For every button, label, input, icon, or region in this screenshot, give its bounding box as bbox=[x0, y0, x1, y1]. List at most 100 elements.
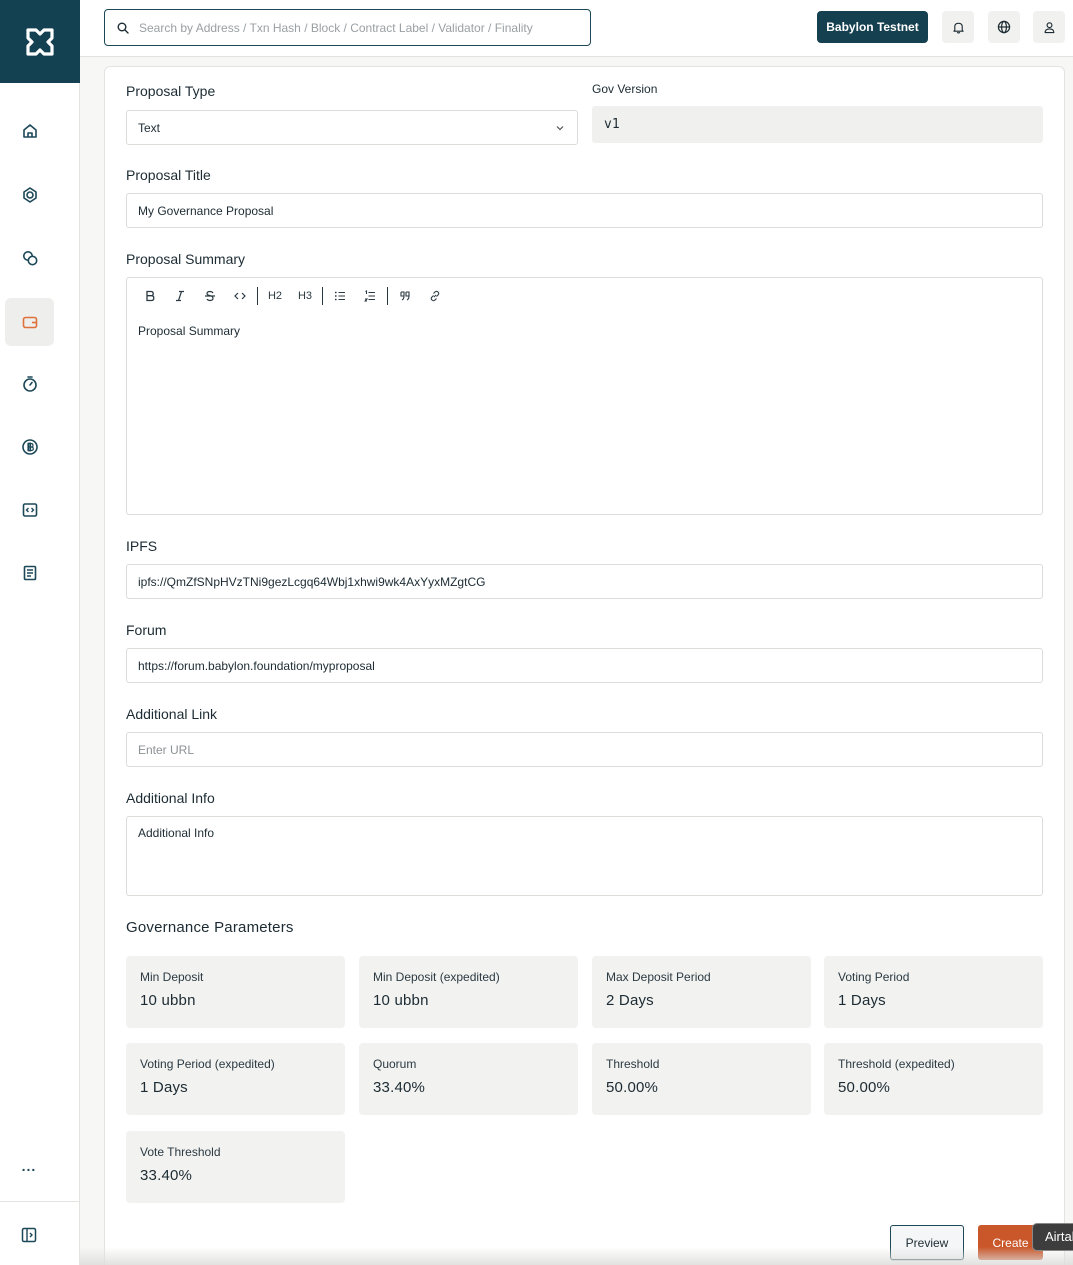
collapse-sidebar-icon[interactable] bbox=[20, 1226, 38, 1244]
param-min-deposit-expedited: Min Deposit (expedited) 10 ubbn bbox=[359, 956, 578, 1028]
param-value: 33.40% bbox=[373, 1079, 426, 1096]
more-menu-button[interactable]: ... bbox=[18, 1158, 40, 1178]
ordered-list-button[interactable] bbox=[355, 286, 385, 306]
bitcoin-icon bbox=[21, 439, 38, 455]
app-root: ... Babylon Testnet Proposal Type Text G… bbox=[0, 0, 1073, 1265]
search-box[interactable] bbox=[104, 9, 591, 46]
italic-button[interactable] bbox=[165, 286, 195, 306]
home-icon bbox=[22, 124, 37, 138]
proposal-title-field[interactable] bbox=[126, 193, 1043, 228]
param-value: 2 Days bbox=[606, 992, 654, 1009]
bullet-list-button[interactable] bbox=[325, 286, 355, 306]
proposal-type-label: Proposal Type bbox=[126, 83, 216, 99]
code-button[interactable] bbox=[225, 286, 255, 306]
toolbar-separator bbox=[387, 287, 388, 305]
bold-icon bbox=[146, 290, 155, 302]
heading-2-button[interactable]: H2 bbox=[260, 286, 290, 306]
italic-icon bbox=[176, 290, 184, 302]
sidebar-item-contracts[interactable] bbox=[5, 486, 54, 534]
additional-link-label: Additional Link bbox=[126, 706, 218, 722]
param-label: Min Deposit bbox=[140, 970, 204, 984]
bell-icon bbox=[952, 22, 964, 33]
additional-info-field[interactable] bbox=[126, 816, 1043, 896]
search-icon bbox=[117, 22, 129, 34]
param-label: Threshold bbox=[606, 1057, 660, 1071]
network-icon bbox=[22, 187, 37, 203]
proposal-title-input[interactable] bbox=[138, 203, 1042, 218]
param-value: 10 ubbn bbox=[373, 992, 429, 1009]
gov-version-value: v1 bbox=[604, 117, 620, 132]
link-icon bbox=[430, 290, 440, 302]
ordered-list-icon bbox=[364, 290, 375, 302]
sidebar-item-home[interactable] bbox=[5, 107, 54, 155]
additional-info-input[interactable] bbox=[138, 826, 1031, 886]
proposal-title-label: Proposal Title bbox=[126, 167, 211, 183]
param-label: Vote Threshold bbox=[140, 1145, 221, 1159]
sidebar-item-documents[interactable] bbox=[5, 549, 54, 597]
param-value: 10 ubbn bbox=[140, 992, 196, 1009]
sidebar-item-network[interactable] bbox=[5, 171, 54, 219]
param-label: Max Deposit Period bbox=[606, 970, 711, 984]
babylon-logo-icon bbox=[26, 27, 54, 56]
param-quorum: Quorum 33.40% bbox=[359, 1043, 578, 1115]
param-value: 1 Days bbox=[140, 1079, 188, 1096]
param-voting-period: Voting Period 1 Days bbox=[824, 956, 1043, 1028]
bold-button[interactable] bbox=[135, 286, 165, 306]
top-header: Babylon Testnet bbox=[80, 0, 1073, 57]
proposal-summary-editor[interactable]: H2 H3 Proposal Summary bbox=[126, 277, 1043, 515]
proposal-summary-text[interactable]: Proposal Summary bbox=[138, 324, 240, 338]
strikethrough-icon bbox=[205, 290, 215, 302]
code-icon bbox=[234, 292, 246, 300]
heading-2-icon: H2 bbox=[267, 290, 283, 302]
document-icon bbox=[23, 565, 36, 581]
param-value: 1 Days bbox=[838, 992, 886, 1009]
gov-version-field: v1 bbox=[592, 106, 1043, 143]
heading-3-icon: H3 bbox=[297, 290, 313, 302]
link-button[interactable] bbox=[420, 286, 450, 306]
ipfs-field[interactable] bbox=[126, 564, 1043, 599]
param-value: 50.00% bbox=[606, 1079, 659, 1096]
toolbar-separator bbox=[322, 287, 323, 305]
airtable-widget-tab[interactable]: Airtable bbox=[1032, 1223, 1073, 1251]
param-vote-threshold: Vote Threshold 33.40% bbox=[126, 1131, 345, 1203]
param-threshold-expedited: Threshold (expedited) 50.00% bbox=[824, 1043, 1043, 1115]
sidebar-item-finality[interactable] bbox=[5, 360, 54, 408]
additional-link-input[interactable] bbox=[138, 742, 1042, 757]
additional-link-field[interactable] bbox=[126, 732, 1043, 767]
param-label: Quorum bbox=[373, 1057, 417, 1071]
additional-info-label: Additional Info bbox=[126, 790, 215, 806]
sidebar-divider bbox=[0, 1201, 80, 1202]
forum-field[interactable] bbox=[126, 648, 1043, 683]
param-label: Voting Period (expedited) bbox=[140, 1057, 275, 1071]
ipfs-label: IPFS bbox=[126, 538, 158, 554]
param-value: 50.00% bbox=[838, 1079, 891, 1096]
coins-icon bbox=[22, 251, 37, 266]
param-label: Min Deposit (expedited) bbox=[373, 970, 500, 984]
sidebar-item-tokens[interactable] bbox=[5, 234, 54, 282]
stopwatch-icon bbox=[22, 376, 37, 392]
network-selector-button[interactable]: Babylon Testnet bbox=[817, 11, 928, 43]
ipfs-input[interactable] bbox=[138, 574, 1042, 589]
code-icon bbox=[22, 503, 37, 517]
logo[interactable] bbox=[0, 0, 80, 83]
account-button[interactable] bbox=[1033, 11, 1065, 43]
sidebar-item-bitcoin[interactable] bbox=[5, 423, 54, 471]
proposal-summary-label: Proposal Summary bbox=[126, 251, 246, 267]
quote-icon bbox=[400, 291, 410, 301]
notifications-button[interactable] bbox=[942, 11, 974, 43]
proposal-type-select[interactable]: Text bbox=[126, 110, 578, 145]
create-proposal-card: Proposal Type Text Gov Version v1 Propos… bbox=[104, 66, 1065, 1265]
strikethrough-button[interactable] bbox=[195, 286, 225, 306]
param-label: Voting Period bbox=[838, 970, 910, 984]
gov-version-label: Gov Version bbox=[592, 82, 658, 96]
param-min-deposit: Min Deposit 10 ubbn bbox=[126, 956, 345, 1028]
heading-3-button[interactable]: H3 bbox=[290, 286, 320, 306]
wallet-icon bbox=[22, 316, 37, 329]
quote-button[interactable] bbox=[390, 286, 420, 306]
language-button[interactable] bbox=[988, 11, 1020, 43]
search-input[interactable] bbox=[139, 20, 579, 35]
sidebar-item-governance[interactable] bbox=[5, 298, 54, 346]
param-voting-period-expedited: Voting Period (expedited) 1 Days bbox=[126, 1043, 345, 1115]
forum-input[interactable] bbox=[138, 658, 1042, 673]
param-max-deposit-period: Max Deposit Period 2 Days bbox=[592, 956, 811, 1028]
